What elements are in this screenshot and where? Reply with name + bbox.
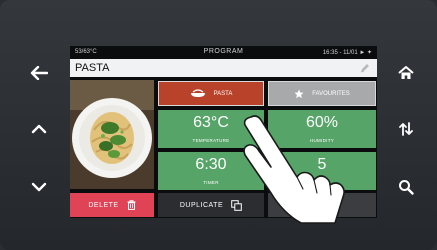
touch-screen: 53/63°C PROGRAM 16:35 - 11/01 ► ✦ PASTA	[70, 46, 377, 218]
duplicate-label: DUPLICATE	[179, 201, 224, 209]
humidity-value: 60%	[305, 114, 339, 131]
start-button[interactable]: START	[268, 193, 376, 217]
back-button[interactable]	[24, 58, 54, 88]
temperature-setting[interactable]: 63°C TEMPERATURE	[158, 110, 264, 148]
pasta-dish-image	[70, 80, 154, 189]
clock-date: 16:35 - 11/01 ► ✦	[322, 50, 372, 56]
play-icon	[335, 201, 342, 209]
scroll-up-button[interactable]	[24, 114, 54, 144]
timer-value: 6:30	[195, 156, 227, 173]
program-name-field[interactable]: PASTA	[70, 59, 377, 77]
delete-button[interactable]: DELETE	[70, 193, 154, 217]
temperature-label: TEMPERATURE	[192, 138, 230, 143]
humidity-label: HUMIDITY	[309, 138, 335, 143]
arrow-left-icon	[30, 66, 48, 80]
search-button[interactable]	[391, 172, 421, 202]
temperature-value: 63°C	[193, 114, 229, 131]
category-tab-favourites[interactable]: FAVOURITES	[268, 81, 376, 106]
timer-setting[interactable]: 6:30 TIMER	[158, 152, 264, 190]
category-tab-pasta-label: PASTA	[213, 90, 233, 97]
timer-label: TIMER	[203, 180, 219, 185]
category-tab-pasta[interactable]: PASTA	[158, 81, 264, 106]
fan-label: FAN	[317, 180, 327, 185]
pencil-icon[interactable]	[359, 62, 371, 74]
oven-control-panel: 53/63°C PROGRAM 16:35 - 11/01 ► ✦ PASTA	[0, 0, 437, 250]
copy-icon	[231, 199, 242, 211]
fan-setting[interactable]: 5 FAN	[268, 152, 376, 190]
delete-label: DELETE	[88, 201, 119, 209]
chevron-up-icon	[31, 124, 47, 134]
fan-value: 5	[317, 156, 327, 173]
home-icon	[398, 66, 414, 79]
sort-arrows-icon	[399, 122, 413, 136]
trash-icon	[127, 200, 136, 210]
home-button[interactable]	[391, 58, 421, 88]
star-icon	[294, 89, 304, 98]
pasta-bowl-icon	[190, 89, 205, 97]
humidity-setting[interactable]: 60% HUMIDITY	[268, 110, 376, 148]
duplicate-button[interactable]: DUPLICATE	[158, 193, 264, 217]
category-tab-favourites-label: FAVOURITES	[312, 90, 350, 97]
start-label: START	[301, 201, 327, 209]
sort-button[interactable]	[391, 114, 421, 144]
status-bar: 53/63°C PROGRAM 16:35 - 11/01 ► ✦	[70, 46, 377, 58]
scroll-down-button[interactable]	[24, 172, 54, 202]
search-icon	[399, 180, 414, 195]
chevron-down-icon	[31, 182, 47, 192]
program-name: PASTA	[75, 62, 110, 74]
